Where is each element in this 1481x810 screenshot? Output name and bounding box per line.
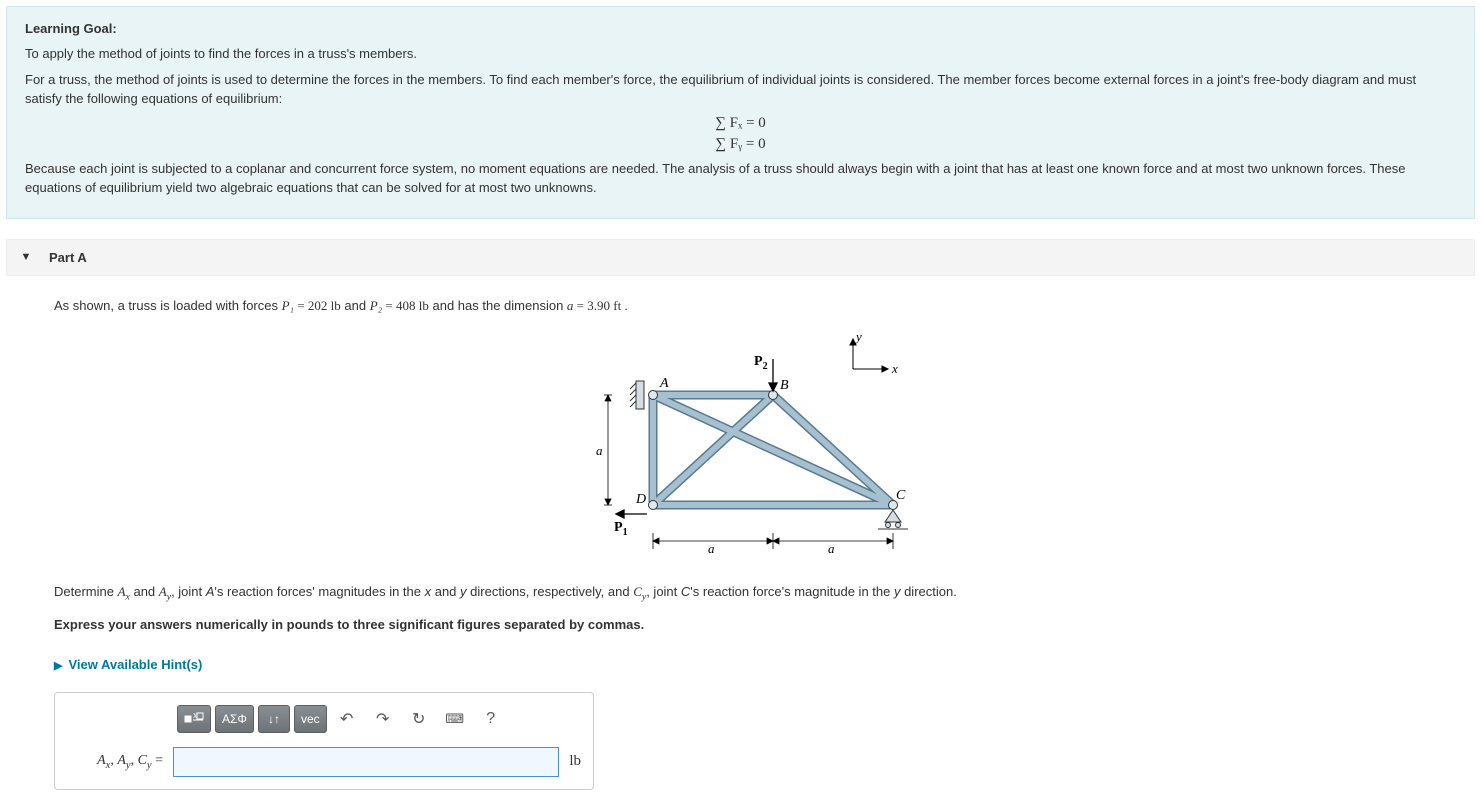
- learning-goal-panel: Learning Goal: To apply the method of jo…: [6, 6, 1475, 219]
- greek-button[interactable]: ΑΣΦ: [215, 705, 254, 733]
- redo-button[interactable]: ↷: [367, 705, 399, 733]
- p2-symbol: P₂: [370, 298, 382, 313]
- part-a-title: Part A: [49, 250, 87, 265]
- part-a-header[interactable]: ▼ Part A: [6, 239, 1475, 276]
- answer-box: x ΑΣΦ ↓↑ vec ↶ ↷ ↻ ⌨ ? Ax, Ay, Cy = lb: [54, 692, 594, 790]
- p1-value: = 202 lb: [294, 298, 341, 313]
- subscript-button[interactable]: ↓↑: [258, 705, 290, 733]
- a-value: = 3.90 ft .: [573, 298, 627, 313]
- axis-y-label: y: [854, 329, 862, 344]
- answer-input[interactable]: [173, 747, 559, 777]
- p2-value: = 408 lb: [382, 298, 429, 313]
- vec-button[interactable]: vec: [294, 705, 327, 733]
- joint-b-label: B: [780, 378, 789, 393]
- p1-symbol: P₁: [282, 298, 294, 313]
- dim-a-vert: a: [596, 443, 603, 458]
- axis-x-label: x: [891, 361, 898, 376]
- view-hints-link[interactable]: ▶ View Available Hint(s): [54, 657, 202, 672]
- determine-text: Determine Ax and Ay, joint A's reaction …: [54, 582, 1441, 605]
- and-1: and: [341, 298, 370, 313]
- p1-label: P1: [614, 520, 628, 538]
- dim-a-h2: a: [828, 541, 835, 556]
- learning-goal-body1: For a truss, the method of joints is use…: [25, 70, 1456, 109]
- part-a-body: As shown, a truss is loaded with forces …: [0, 276, 1481, 810]
- learning-goal-body2: Because each joint is subjected to a cop…: [25, 159, 1456, 198]
- unit-label: lb: [569, 753, 581, 770]
- p2-label: P2: [754, 354, 768, 372]
- truss-figure: y x: [54, 329, 1441, 562]
- hints-label: View Available Hint(s): [68, 657, 202, 672]
- dim-a-h1: a: [708, 541, 715, 556]
- reset-button[interactable]: ↻: [403, 705, 435, 733]
- caret-down-icon: ▼: [19, 251, 33, 263]
- joint-d-label: D: [635, 492, 646, 507]
- equation-toolbar: x ΑΣΦ ↓↑ vec ↶ ↷ ↻ ⌨ ?: [177, 705, 581, 733]
- help-button[interactable]: ?: [475, 705, 507, 733]
- undo-button[interactable]: ↶: [331, 705, 363, 733]
- joint-c-label: C: [896, 488, 906, 503]
- answer-variable-label: Ax, Ay, Cy =: [67, 753, 163, 771]
- templates-icon: x: [184, 711, 204, 727]
- joint-a-label: A: [659, 376, 669, 391]
- equation-fx: ∑ Fₓ = 0: [25, 115, 1456, 132]
- templates-button[interactable]: x: [177, 705, 211, 733]
- equation-fy: ∑ Fᵧ = 0: [25, 136, 1456, 153]
- keyboard-button[interactable]: ⌨: [439, 705, 471, 733]
- given-post: and has the dimension: [429, 298, 567, 313]
- caret-right-icon: ▶: [54, 660, 62, 672]
- learning-goal-intro: To apply the method of joints to find th…: [25, 44, 1456, 64]
- given-values: As shown, a truss is loaded with forces …: [54, 296, 1441, 316]
- learning-goal-heading: Learning Goal:: [25, 21, 1456, 36]
- given-pre: As shown, a truss is loaded with forces: [54, 298, 282, 313]
- express-instruction: Express your answers numerically in poun…: [54, 615, 1441, 635]
